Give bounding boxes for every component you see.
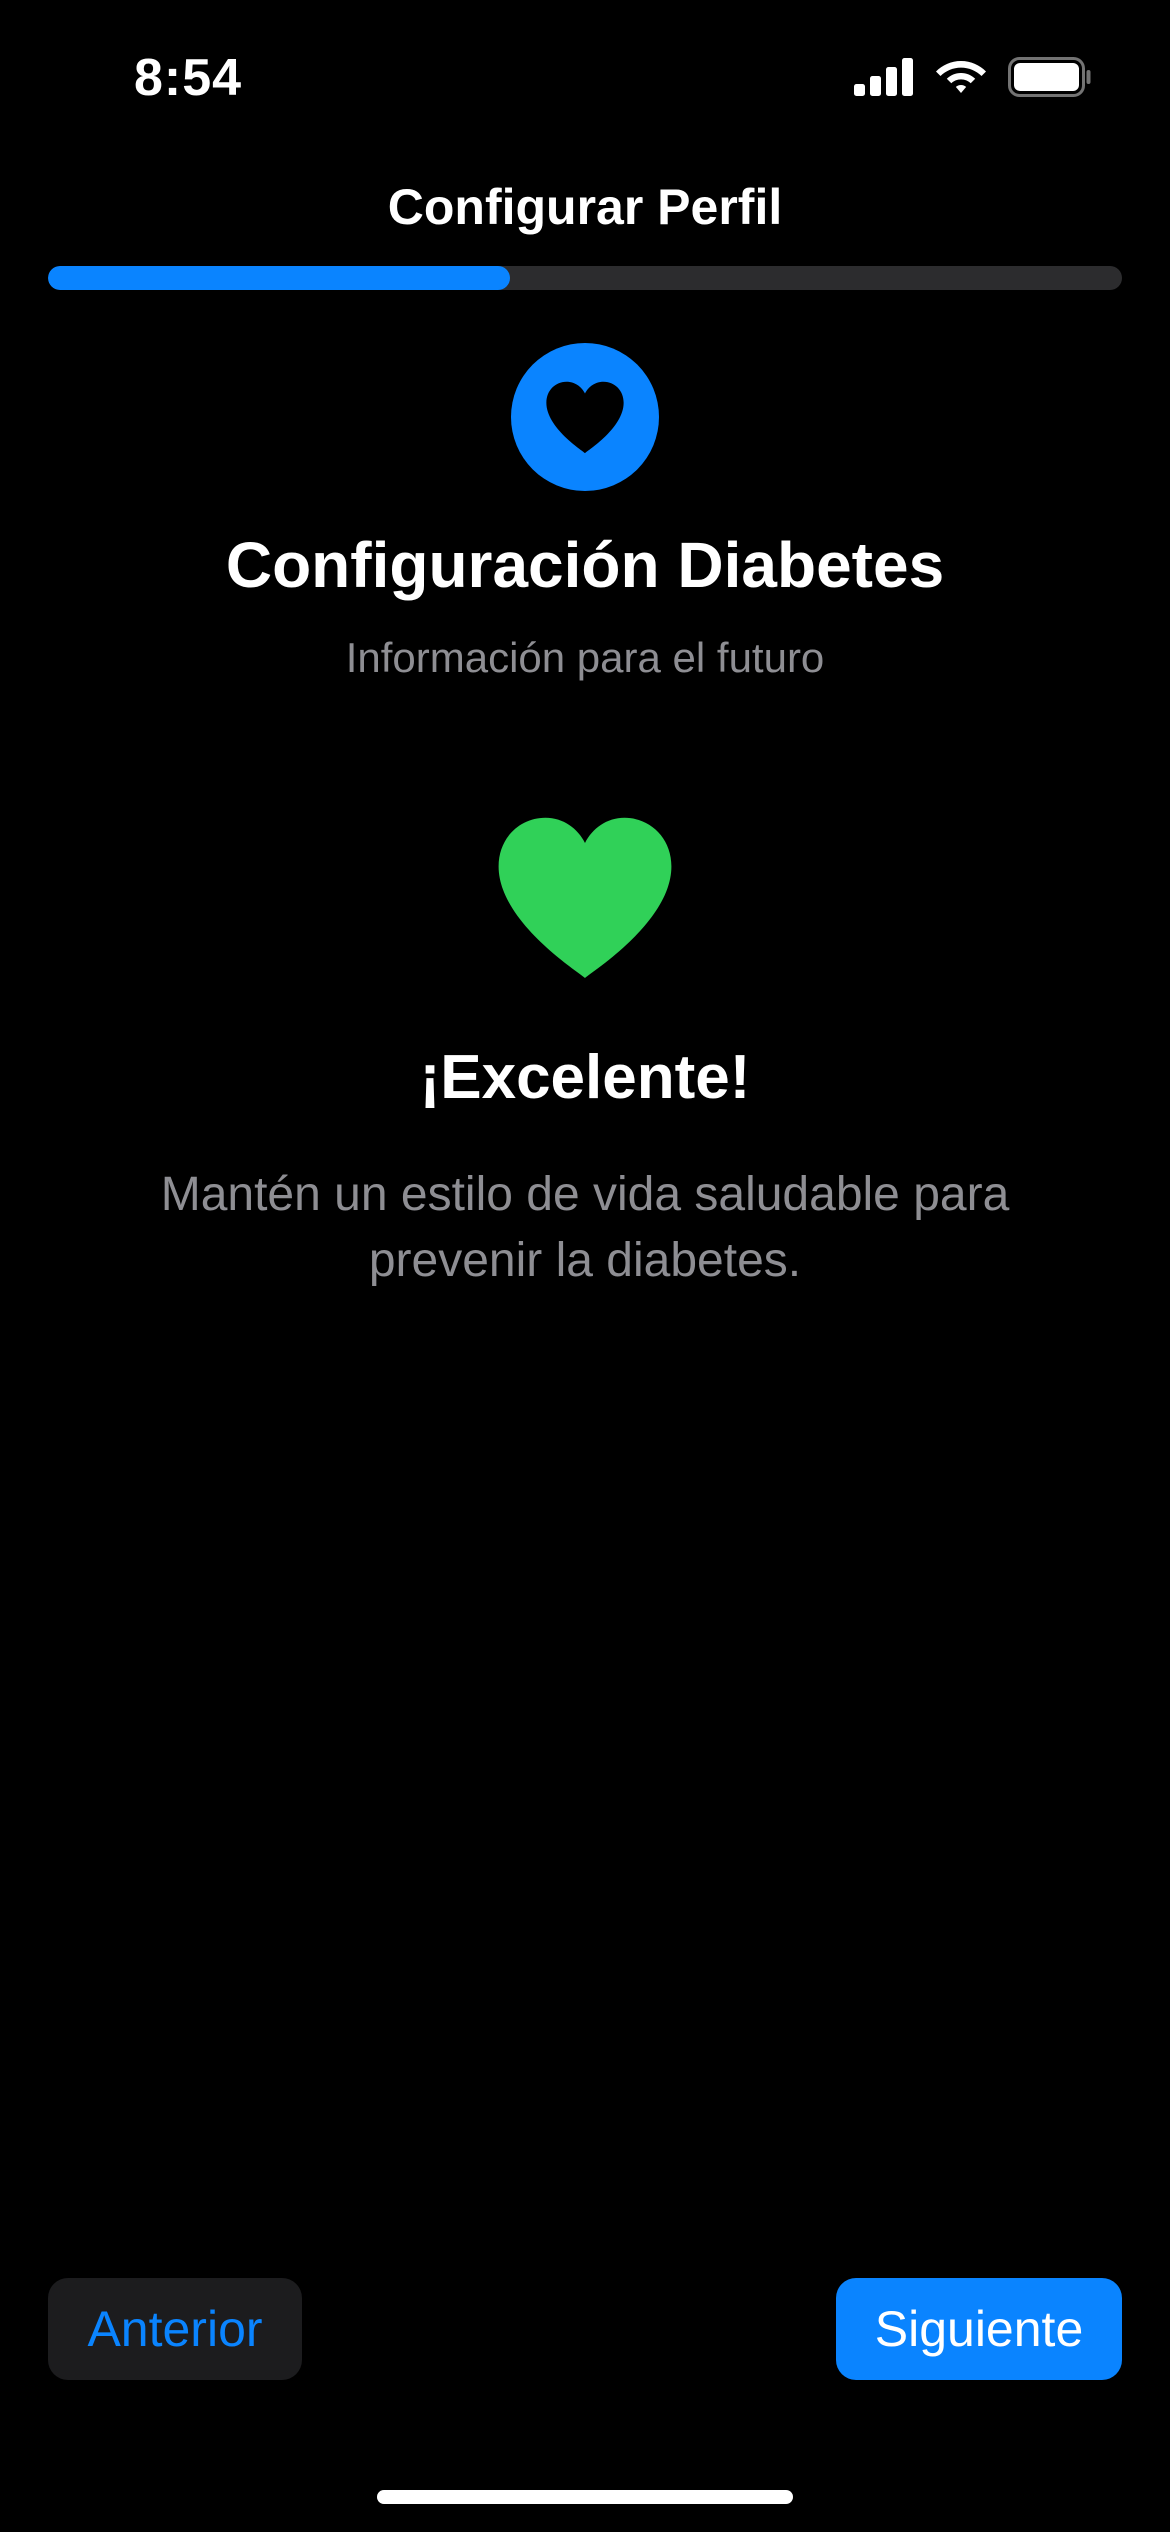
section-title: Configuración Diabetes: [225, 529, 945, 601]
status-icons: [854, 52, 1092, 102]
status-bar: 8:54: [0, 0, 1170, 150]
progress-bar: [48, 266, 1122, 290]
battery-icon: [1008, 57, 1091, 97]
progress-fill: [48, 266, 510, 290]
status-time: 8:54: [134, 49, 243, 107]
result-title: ¡Excelente!: [419, 1043, 751, 1112]
section-subtitle: Información para el futuro: [345, 634, 825, 681]
header-icon-badge: [511, 343, 659, 491]
previous-button[interactable]: Anterior: [48, 2278, 302, 2380]
page-title: Configurar Perfil: [387, 179, 783, 235]
heart-icon: [498, 817, 672, 978]
wifi-icon: [936, 61, 986, 93]
result-message: Mantén un estilo de vida saludable para …: [160, 1168, 1010, 1287]
cellular-signal-icon: [854, 58, 913, 96]
home-indicator[interactable]: [377, 2490, 793, 2504]
next-button[interactable]: Siguiente: [836, 2278, 1122, 2380]
heart-icon: [546, 381, 624, 454]
